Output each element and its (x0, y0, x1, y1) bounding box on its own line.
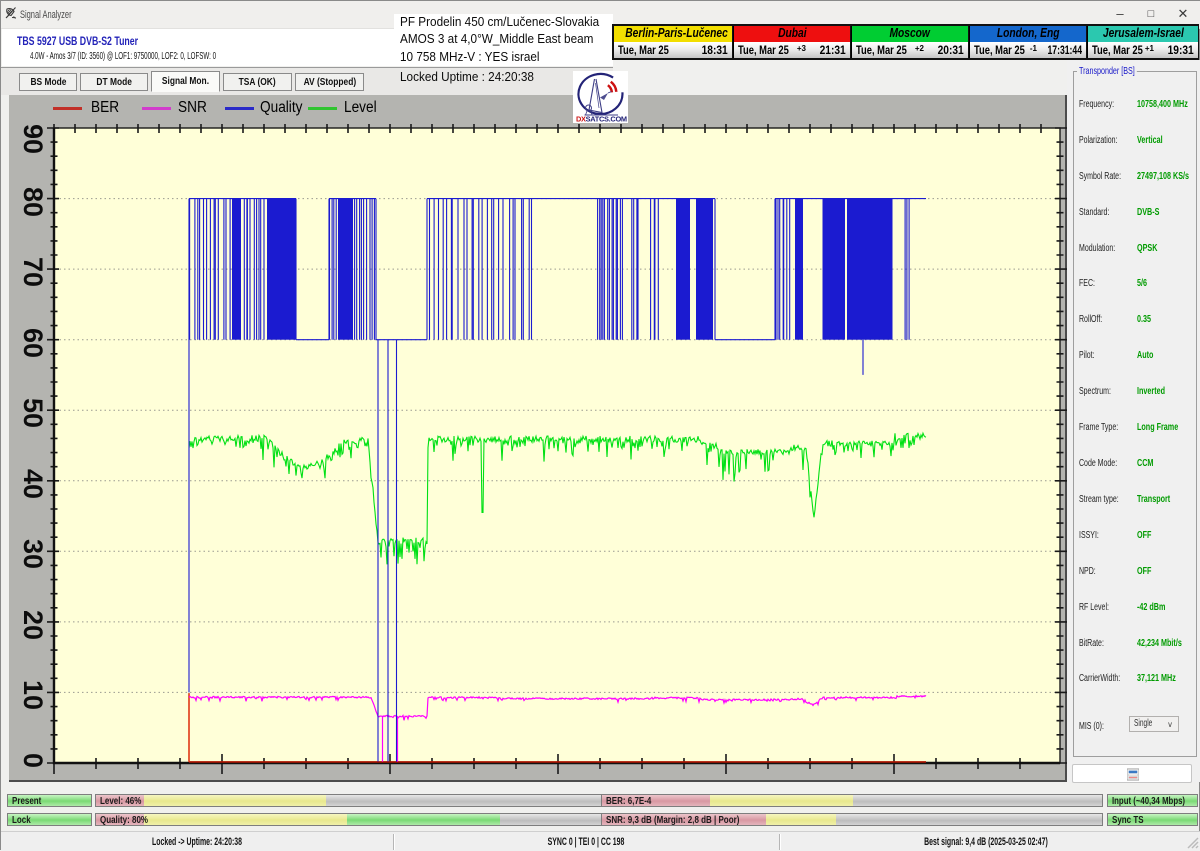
svg-text:DXSATCS.COM: DXSATCS.COM (576, 115, 627, 124)
